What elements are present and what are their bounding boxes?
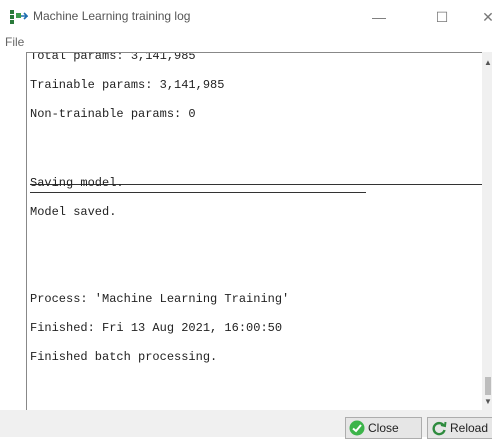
log-line: Non-trainable params: 0 (30, 107, 196, 121)
reload-button-label: Reload (450, 421, 489, 435)
log-line: Finished batch processing. (30, 350, 218, 364)
title-bar: Machine Learning training log — ☐ ✕ (0, 0, 492, 34)
separator-line (30, 154, 490, 193)
log-content: Total params: 3,141,985 Trainable params… (30, 52, 490, 377)
close-button-label: Close (368, 421, 399, 435)
menu-bar: File (0, 34, 492, 52)
log-line: Model saved. (30, 205, 117, 219)
window-title: Machine Learning training log (33, 9, 191, 23)
log-output[interactable]: Total params: 3,141,985 Trainable params… (26, 52, 492, 410)
menu-file[interactable]: File (5, 35, 24, 49)
close-button[interactable]: Close (345, 417, 422, 439)
window-close-button[interactable]: ✕ (478, 6, 492, 28)
refresh-icon (432, 421, 447, 436)
scroll-down-icon[interactable]: ▼ (484, 397, 492, 406)
maximize-button[interactable]: ☐ (428, 6, 456, 28)
button-bar: Close Reload (0, 410, 492, 439)
minimize-button[interactable]: — (365, 6, 393, 28)
separator-line (30, 134, 490, 185)
log-line: Finished: Fri 13 Aug 2021, 16:00:50 (30, 321, 283, 335)
app-icon (10, 10, 28, 24)
scroll-up-icon[interactable]: ▲ (484, 58, 492, 67)
log-line: Trainable params: 3,141,985 (30, 78, 225, 92)
check-circle-icon (349, 420, 365, 436)
vertical-scrollbar[interactable]: ▲ ▼ (482, 52, 492, 410)
scroll-thumb[interactable] (485, 377, 491, 395)
log-line: Process: 'Machine Learning Training' (30, 292, 290, 306)
log-line: Total params: 3,141,985 (30, 52, 196, 63)
log-line: Saving model. (30, 176, 124, 190)
reload-button[interactable]: Reload (427, 417, 492, 439)
